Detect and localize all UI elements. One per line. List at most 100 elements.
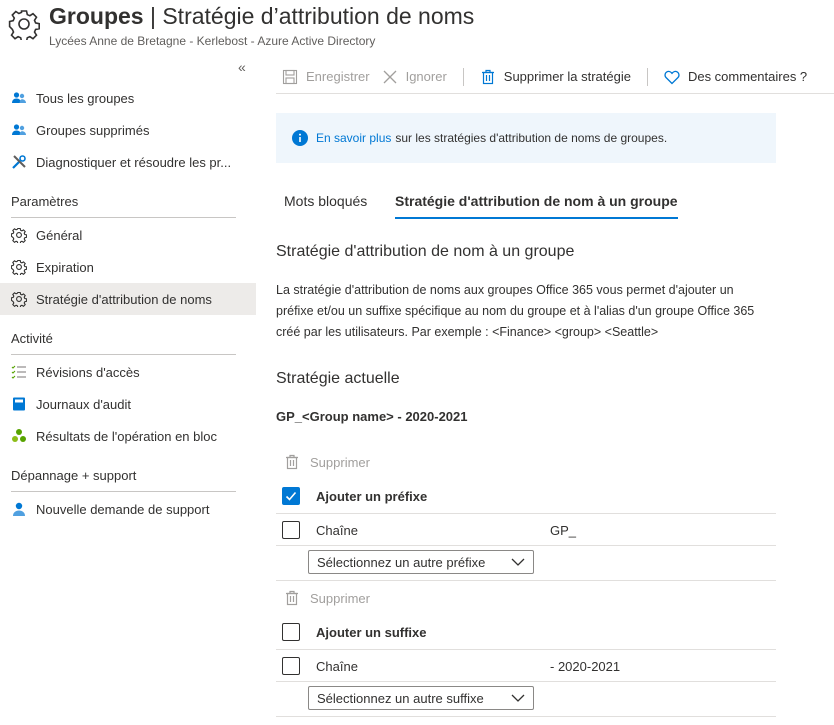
chevron-down-icon bbox=[511, 558, 525, 566]
add-prefix-row: Ajouter un préfixe bbox=[276, 484, 776, 508]
add-prefix-label: Ajouter un préfixe bbox=[316, 488, 428, 504]
info-text: sur les stratégies d'attribution de noms… bbox=[395, 131, 668, 145]
sidebar-item-resultats-bloc[interactable]: Résultats de l'opération en bloc bbox=[0, 420, 256, 452]
page-header: Groupes | Stratégie d’attribution de nom… bbox=[0, 0, 834, 56]
section-support: Dépannage + support bbox=[11, 468, 137, 483]
suffix-string-row: Chaîne - 2020-2021 bbox=[276, 654, 776, 678]
dropdown-value: Sélectionnez un autre préfixe bbox=[317, 554, 486, 570]
add-prefix-checkbox[interactable] bbox=[282, 487, 300, 505]
collapse-sidebar-button[interactable]: « bbox=[238, 59, 246, 75]
sidebar-item-label: Résultats de l'opération en bloc bbox=[36, 428, 217, 444]
sidebar-item-label: Diagnostiquer et résoudre les pr... bbox=[36, 154, 232, 170]
feedback-label: Des commentaires ? bbox=[687, 69, 808, 84]
page-subtitle: Lycées Anne de Bretagne - Kerlebost - Az… bbox=[49, 34, 376, 48]
sidebar-item-strategie-noms[interactable]: Stratégie d'attribution de noms bbox=[0, 283, 256, 315]
divider bbox=[276, 649, 776, 650]
sidebar-item-nouvelle-demande[interactable]: Nouvelle demande de support bbox=[0, 493, 256, 525]
add-suffix-row: Ajouter un suffixe bbox=[276, 620, 776, 644]
divider bbox=[11, 491, 236, 492]
delete-policy-label: Supprimer la stratégie bbox=[503, 69, 631, 84]
heart-icon bbox=[664, 69, 680, 85]
sidebar-item-journaux-audit[interactable]: Journaux d'audit bbox=[0, 388, 256, 420]
string-value: GP_ bbox=[550, 522, 577, 538]
wrench-icon bbox=[11, 154, 27, 170]
divider bbox=[276, 681, 776, 682]
delete-suffix-button[interactable]: Supprimer bbox=[276, 586, 776, 610]
prefix-select-dropdown[interactable]: Sélectionnez un autre préfixe bbox=[308, 550, 534, 574]
close-icon bbox=[382, 69, 398, 85]
sidebar-item-expiration[interactable]: Expiration bbox=[0, 251, 256, 283]
sidebar-item-label: Révisions d'accès bbox=[36, 364, 140, 380]
toolbar-separator bbox=[462, 67, 464, 86]
string-value: - 2020-2021 bbox=[550, 658, 621, 674]
suffix-string-checkbox[interactable] bbox=[282, 657, 300, 675]
prefix-string-row: Chaîne GP_ bbox=[276, 518, 776, 542]
gear-icon bbox=[11, 259, 27, 275]
trash-icon bbox=[284, 454, 300, 470]
command-bar: Enregistrer Ignorer Supprimer la stratég… bbox=[276, 60, 834, 94]
delete-label: Supprimer bbox=[310, 454, 370, 470]
sidebar-item-diagnostiquer[interactable]: Diagnostiquer et résoudre les pr... bbox=[0, 146, 256, 178]
trash-icon bbox=[284, 590, 300, 606]
divider bbox=[11, 217, 236, 218]
current-policy-value: GP_<Group name> - 2020-2021 bbox=[276, 409, 468, 424]
chevron-down-icon bbox=[511, 694, 525, 702]
delete-prefix-button[interactable]: Supprimer bbox=[276, 450, 776, 474]
divider bbox=[276, 545, 776, 546]
dropdown-value: Sélectionnez un autre suffixe bbox=[317, 690, 484, 706]
sidebar-item-label: Stratégie d'attribution de noms bbox=[36, 291, 212, 307]
delete-policy-button[interactable]: Supprimer la stratégie bbox=[474, 61, 637, 93]
users-icon bbox=[11, 90, 27, 106]
sidebar-item-label: Groupes supprimés bbox=[36, 122, 150, 138]
sidebar-item-label: Expiration bbox=[36, 259, 94, 275]
gear-icon bbox=[8, 10, 40, 40]
tab-mots-bloques[interactable]: Mots bloqués bbox=[284, 193, 367, 219]
current-policy-heading: Stratégie actuelle bbox=[276, 370, 400, 387]
toolbar-separator bbox=[646, 67, 648, 86]
divider bbox=[276, 716, 776, 717]
info-icon bbox=[292, 130, 308, 146]
sidebar-item-groupes-supprimes[interactable]: Groupes supprimés bbox=[0, 114, 256, 146]
info-banner: En savoir plus sur les stratégies d'attr… bbox=[276, 113, 776, 163]
suffix-select-dropdown[interactable]: Sélectionnez un autre suffixe bbox=[308, 686, 534, 710]
section-parametres: Paramètres bbox=[11, 194, 79, 209]
sidebar-item-general[interactable]: Général bbox=[0, 219, 256, 251]
section-heading: Stratégie d'attribution de nom à un grou… bbox=[276, 243, 575, 260]
string-label: Chaîne bbox=[316, 522, 358, 538]
person-support-icon bbox=[11, 501, 27, 517]
gear-icon bbox=[11, 291, 27, 307]
book-icon bbox=[11, 396, 27, 412]
string-label: Chaîne bbox=[316, 658, 358, 674]
section-activite: Activité bbox=[11, 331, 53, 346]
add-suffix-checkbox[interactable] bbox=[282, 623, 300, 641]
sidebar-item-label: Tous les groupes bbox=[36, 90, 135, 106]
prefix-string-checkbox[interactable] bbox=[282, 521, 300, 539]
trash-icon bbox=[480, 69, 496, 85]
save-button[interactable]: Enregistrer bbox=[276, 61, 376, 93]
save-icon bbox=[282, 69, 298, 85]
sidebar-item-label: Général bbox=[36, 227, 83, 243]
add-suffix-label: Ajouter un suffixe bbox=[316, 624, 427, 640]
description-text: La stratégie d'attribution de noms aux g… bbox=[276, 283, 755, 339]
divider bbox=[276, 513, 776, 514]
sidebar-item-revisions-acces[interactable]: Révisions d'accès bbox=[0, 356, 256, 388]
checkmark-icon bbox=[285, 491, 297, 501]
feedback-button[interactable]: Des commentaires ? bbox=[658, 61, 813, 93]
sidebar-item-label: Journaux d'audit bbox=[36, 396, 131, 412]
sidebar-item-tous-les-groupes[interactable]: Tous les groupes bbox=[0, 82, 256, 114]
users-icon bbox=[11, 122, 27, 138]
sidebar-item-label: Nouvelle demande de support bbox=[36, 501, 210, 517]
learn-more-link[interactable]: En savoir plus bbox=[316, 131, 391, 145]
divider bbox=[276, 580, 776, 581]
gear-icon bbox=[11, 227, 27, 243]
tree-icon bbox=[11, 428, 27, 444]
list-check-icon bbox=[11, 364, 27, 380]
ignore-label: Ignorer bbox=[405, 69, 447, 84]
divider bbox=[11, 354, 236, 355]
save-label: Enregistrer bbox=[306, 69, 370, 84]
sidebar: « Tous les groupes Groupes supprimés Dia… bbox=[0, 56, 256, 725]
page-title: Groupes | Stratégie d’attribution de nom… bbox=[49, 3, 475, 29]
tab-strategie-attribution[interactable]: Stratégie d'attribution de nom à un grou… bbox=[395, 193, 678, 219]
ignore-button[interactable]: Ignorer bbox=[376, 61, 453, 93]
delete-label: Supprimer bbox=[310, 590, 370, 606]
